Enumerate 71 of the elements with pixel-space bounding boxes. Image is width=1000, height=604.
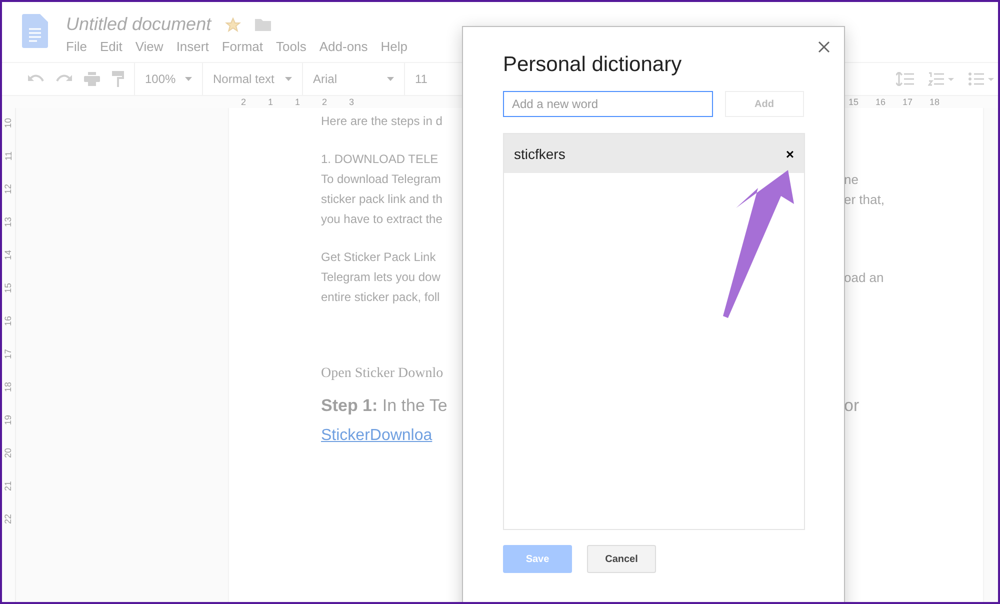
link[interactable]: StickerDownloa	[321, 427, 432, 445]
body-text: Get Sticker Pack Link	[321, 250, 436, 264]
ruler-number: 20	[4, 448, 14, 458]
caret-icon[interactable]	[285, 77, 292, 81]
zoom-select[interactable]: 100%	[145, 72, 181, 86]
ruler-number: 19	[4, 415, 14, 425]
word-text: sticfkers	[514, 146, 566, 162]
ruler-number: 15	[4, 283, 14, 293]
body-text: Telegram lets you dow	[321, 270, 440, 284]
ruler-number: 18	[4, 382, 14, 392]
menu-item[interactable]: Insert	[176, 39, 209, 54]
font-select[interactable]: Arial	[313, 72, 383, 86]
body-text: entire sticker pack, foll	[321, 290, 440, 304]
font-size-select[interactable]: 11	[415, 72, 435, 86]
ruler-number: 12	[4, 184, 14, 194]
ruler-number: 11	[4, 151, 14, 161]
ruler-number: 16	[4, 316, 14, 326]
ruler-number: 2	[240, 97, 247, 107]
menu-item[interactable]: File	[66, 39, 87, 54]
body-text: sticker pack link and th	[321, 192, 442, 206]
menu-item[interactable]: Tools	[276, 39, 306, 54]
document-icon[interactable]	[22, 14, 48, 48]
menu-item[interactable]: Edit	[100, 39, 122, 54]
ruler-number: 17	[901, 97, 914, 107]
menu-item[interactable]: Help	[380, 39, 408, 54]
ruler-number: 16	[874, 97, 886, 107]
undo-icon[interactable]	[28, 74, 44, 84]
ruler-number: 1	[266, 97, 274, 107]
dialog-title: Personal dictionary	[503, 53, 683, 77]
print-icon[interactable]	[84, 72, 100, 86]
caret-icon[interactable]	[185, 77, 192, 81]
close-button[interactable]	[816, 39, 832, 55]
ruler-number: 18	[928, 97, 940, 107]
numbered-list-icon[interactable]	[928, 72, 954, 86]
ruler-number: 2	[320, 97, 328, 107]
star-icon[interactable]	[225, 16, 242, 32]
ruler-number: 21	[4, 481, 14, 491]
heading-text: Open Sticker Downlo	[321, 366, 444, 382]
ruler-number: 3	[348, 97, 355, 107]
body-text: To download Telegram	[321, 172, 441, 186]
folder-icon[interactable]	[255, 18, 272, 31]
body-text: Here are the steps in d	[321, 114, 442, 128]
menu-item[interactable]: View	[135, 39, 164, 54]
caret-icon[interactable]	[387, 77, 394, 81]
add-button[interactable]: Add	[724, 91, 804, 117]
body-text: 1. DOWNLOAD TELE	[321, 152, 438, 166]
ruler-number: 13	[4, 217, 14, 227]
ruler-number: 15	[847, 97, 860, 107]
body-text: Step 1: In the Te	[321, 396, 448, 416]
redo-icon[interactable]	[56, 74, 72, 84]
ruler-number: 10	[4, 118, 14, 128]
ruler-number: 14	[4, 250, 14, 260]
body-text: you have to extract the	[321, 212, 442, 226]
document-title[interactable]: Untitled document	[66, 14, 212, 35]
bulleted-list-icon[interactable]	[968, 72, 994, 86]
new-word-field[interactable]: Add a new word	[503, 91, 713, 117]
style-select[interactable]: Normal text	[213, 72, 281, 86]
ruler-number: 17	[4, 349, 14, 359]
body-text: oad an	[844, 270, 884, 284]
body-text: er that,	[844, 192, 884, 206]
word-row[interactable]: sticfkers ×	[504, 134, 804, 173]
cancel-button[interactable]: Cancel	[587, 545, 656, 573]
remove-button[interactable]: ×	[784, 146, 796, 162]
menu-item[interactable]: Format	[222, 39, 263, 54]
line-spacing-icon[interactable]	[896, 72, 914, 86]
paint-format-icon[interactable]	[112, 71, 124, 87]
body-text: or	[844, 396, 860, 416]
ruler-number: 1	[294, 97, 301, 107]
ruler-number: 22	[4, 514, 14, 524]
menu-item[interactable]: Add-ons	[319, 39, 368, 54]
body-text: ne	[844, 172, 858, 186]
